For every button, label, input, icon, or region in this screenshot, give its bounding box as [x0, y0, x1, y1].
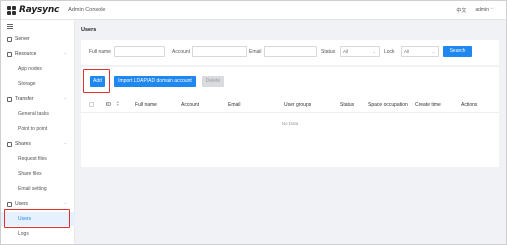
- sidebar-item-label: App nodes: [18, 66, 42, 72]
- sidebar-item-point-to-point[interactable]: Point to point: [1, 122, 75, 136]
- sidebar-item-email-setting[interactable]: Email setting: [1, 182, 75, 196]
- column-space-occupation: Space occupation: [368, 102, 408, 108]
- column-email: Email: [228, 102, 241, 108]
- filter-bar: Full name Account Email Status All ⌄ Loc…: [81, 40, 499, 65]
- user-menu[interactable]: admin﹀: [475, 7, 494, 13]
- chevron-down-icon: ⌄: [372, 49, 376, 54]
- language-switch[interactable]: 中文: [456, 7, 466, 14]
- add-highlight-box: [83, 69, 110, 93]
- email-input[interactable]: [264, 46, 317, 57]
- transfer-icon: [7, 96, 12, 102]
- sidebar-item-transfer[interactable]: Transfer ⌃: [1, 92, 75, 106]
- column-account: Account: [181, 102, 200, 108]
- raysync-logo-icon: [7, 5, 17, 15]
- users-table-card: Add Import LDAP/AD domain account Delete…: [81, 67, 499, 167]
- lock-select[interactable]: All ⌄: [401, 46, 439, 57]
- column-full-name: Full name: [135, 102, 157, 108]
- sidebar-item-label: Resource: [15, 51, 37, 57]
- server-icon: [7, 36, 12, 42]
- status-label: Status: [321, 49, 336, 55]
- shares-icon: [7, 141, 12, 147]
- sidebar-item-label: Logs: [18, 231, 29, 237]
- sort-icon[interactable]: ▲ ▼: [116, 100, 119, 107]
- status-select[interactable]: All ⌄: [340, 46, 380, 57]
- top-bar: Raysync Admin Console 中文 admin﹀: [1, 1, 506, 20]
- import-ldap-button[interactable]: Import LDAP/AD domain account: [114, 76, 196, 87]
- chevron-icon: ⌃: [63, 51, 67, 57]
- sidebar-item-general-tasks[interactable]: General tasks: [1, 107, 75, 121]
- chevron-down-icon: ﹀: [490, 7, 494, 12]
- lock-label: Lock: [384, 49, 395, 55]
- sidebar-item-logs[interactable]: Logs: [1, 227, 75, 241]
- brand-logo[interactable]: Raysync: [7, 5, 59, 15]
- delete-button[interactable]: Delete: [202, 76, 224, 87]
- menu-toggle-icon[interactable]: [7, 24, 13, 29]
- users-highlight-box: [4, 209, 70, 228]
- sidebar-item-label: Shares: [15, 141, 31, 147]
- sidebar-item-label: Transfer: [15, 96, 34, 102]
- sidebar-item-label: Email setting: [18, 186, 47, 192]
- chevron-icon: ⌃: [63, 201, 67, 207]
- table-header: ID ▲ ▼ Full name Account Email User group…: [81, 96, 499, 113]
- sidebar-item-label: Point to point: [18, 126, 48, 132]
- sidebar-item-shares[interactable]: Shares ⌃: [1, 137, 75, 151]
- empty-state: No Data: [281, 121, 299, 126]
- sidebar-item-resource[interactable]: Resource ⌃: [1, 47, 75, 61]
- users-icon: [7, 201, 12, 207]
- chevron-icon: ⌃: [63, 96, 67, 102]
- column-status: Status: [340, 102, 355, 108]
- sidebar-item-label: Users: [15, 201, 29, 207]
- chevron-icon: ⌃: [63, 141, 67, 147]
- full-name-input[interactable]: [114, 46, 165, 57]
- sidebar-item-label: Request files: [18, 156, 47, 162]
- app-window: Raysync Admin Console 中文 admin﹀ Server R…: [0, 0, 507, 245]
- lock-select-value: All: [404, 49, 410, 54]
- column-create-time: Create time: [415, 102, 441, 108]
- sidebar-item-app-nodes[interactable]: App nodes: [1, 62, 75, 76]
- full-name-label: Full name: [89, 49, 111, 55]
- search-button[interactable]: Search: [443, 46, 472, 57]
- sidebar-item-storage[interactable]: Storage: [1, 77, 75, 91]
- sidebar-item-label: Server: [15, 36, 30, 42]
- sidebar-item-server[interactable]: Server: [1, 32, 75, 46]
- app-title: Admin Console: [68, 7, 106, 13]
- sidebar-item-label: Share files: [18, 171, 42, 177]
- column-user-groups: User groups: [284, 102, 312, 108]
- column-actions: Actions: [461, 102, 478, 108]
- brand-name: Raysync: [19, 5, 60, 15]
- sidebar-item-label: Storage: [18, 81, 36, 87]
- chevron-down-icon: ⌄: [431, 49, 435, 54]
- email-label: Email: [249, 49, 262, 55]
- user-name: admin: [475, 7, 489, 13]
- status-select-value: All: [343, 49, 349, 54]
- page-title: Users: [81, 27, 97, 33]
- account-label: Account: [172, 49, 191, 55]
- resource-icon: [7, 51, 12, 57]
- account-input[interactable]: [192, 46, 247, 57]
- sidebar-item-request-files[interactable]: Request files: [1, 152, 75, 166]
- sidebar-item-label: General tasks: [18, 111, 49, 117]
- sidebar-item-share-files[interactable]: Share files: [1, 167, 75, 181]
- column-id[interactable]: ID: [106, 102, 111, 108]
- select-all-checkbox[interactable]: [89, 102, 94, 107]
